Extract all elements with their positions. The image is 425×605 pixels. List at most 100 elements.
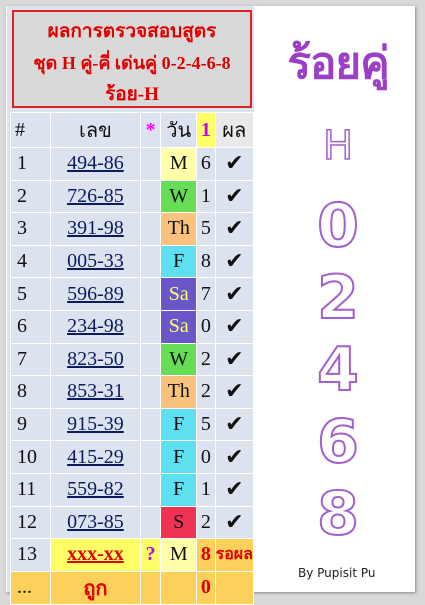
check-icon: ✔ xyxy=(214,147,255,181)
row-number: 13 xyxy=(10,538,51,572)
row-star xyxy=(140,342,162,377)
results-table: # เลข * วัน 1 ผล 1 494-86 M 6 ✔ 2 726-85 W 1 ✔ 3 39… xyxy=(10,112,255,605)
row-number: 4 xyxy=(10,244,51,279)
title-line3: ร้อย-H xyxy=(105,84,159,105)
summary-label: ถูก xyxy=(49,570,142,605)
row-star xyxy=(140,440,162,474)
header-star: * xyxy=(140,112,162,148)
row-star xyxy=(140,212,162,246)
row-star xyxy=(140,244,162,279)
table-row: 2 726-85 W 1 ✔ xyxy=(10,179,255,214)
check-icon: ✔ xyxy=(214,244,255,279)
header-lek: เลข xyxy=(49,112,142,148)
row-lek: 415-29 xyxy=(49,440,142,474)
row-number: 7 xyxy=(10,342,51,377)
row-star xyxy=(140,570,162,605)
big-list-item: 2 xyxy=(316,263,360,333)
row-number: 8 xyxy=(10,375,51,409)
row-digit: 1 xyxy=(196,472,216,507)
row-star xyxy=(140,375,162,409)
check-icon: ✔ xyxy=(214,179,255,214)
row-lek: 391-98 xyxy=(49,212,142,246)
row-lek: 559-82 xyxy=(49,472,142,507)
row-digit: 2 xyxy=(196,505,216,540)
row-star xyxy=(140,147,162,181)
row-number: 9 xyxy=(10,407,51,442)
table-row: 5 596-89 Sa 7 ✔ xyxy=(10,277,255,311)
table-row: 6 234-98 Sa 0 ✔ xyxy=(10,309,255,344)
row-day: F xyxy=(160,244,198,279)
big-title: ร้อยคู่ xyxy=(287,38,389,89)
check-icon: ✔ xyxy=(214,440,255,474)
row-star xyxy=(140,407,162,442)
row-day: F xyxy=(160,407,198,442)
row-day: Sa xyxy=(160,309,198,344)
header-result: ผล xyxy=(214,112,255,148)
row-lek: 853-31 xyxy=(49,375,142,409)
row-number: ... xyxy=(10,570,51,605)
row-day: W xyxy=(160,179,198,214)
row-digit: 0 xyxy=(196,440,216,474)
table-row: 7 823-50 W 2 ✔ xyxy=(10,342,255,377)
row-day xyxy=(160,570,198,605)
row-lek: 234-98 xyxy=(49,309,142,344)
table-row: 12 073-85 S 2 ✔ xyxy=(10,505,255,540)
row-lek: 494-86 xyxy=(49,147,142,181)
pending-status: รอผล xyxy=(214,538,255,572)
row-lek: 823-50 xyxy=(49,342,142,377)
row-question: ? xyxy=(140,538,162,572)
summary-row: ... ถูก 0 xyxy=(10,570,255,605)
table-row: 4 005-33 F 8 ✔ xyxy=(10,244,255,279)
check-icon: ✔ xyxy=(214,505,255,540)
row-lek: 596-89 xyxy=(49,277,142,311)
row-digit: 2 xyxy=(196,375,216,409)
row-day: Th xyxy=(160,212,198,246)
row-digit: 5 xyxy=(196,212,216,246)
row-day: F xyxy=(160,472,198,507)
row-digit: 6 xyxy=(196,147,216,181)
table-row: 3 391-98 Th 5 ✔ xyxy=(10,212,255,246)
check-icon: ✔ xyxy=(214,407,255,442)
row-star xyxy=(140,179,162,214)
row-star xyxy=(140,472,162,507)
check-icon: ✔ xyxy=(214,212,255,246)
row-number: 11 xyxy=(10,472,51,507)
big-list-item: H xyxy=(322,123,354,169)
row-digit: 5 xyxy=(196,407,216,442)
row-star xyxy=(140,309,162,344)
big-list-item: 6 xyxy=(316,407,360,477)
row-day: Sa xyxy=(160,277,198,311)
header-num: # xyxy=(10,112,51,148)
header-one: 1 xyxy=(196,112,216,148)
big-list-item: 8 xyxy=(316,479,360,549)
title-box: ผลการตรวจสอบสูตร ชุด H คู่-คี่ เด่นคู่ 0… xyxy=(12,10,252,108)
row-day: S xyxy=(160,505,198,540)
table-row: 9 915-39 F 5 ✔ xyxy=(10,407,255,442)
check-icon: ✔ xyxy=(214,277,255,311)
summary-count: 0 xyxy=(196,570,216,605)
table-header: # เลข * วัน 1 ผล xyxy=(10,112,255,148)
row-day: Th xyxy=(160,375,198,409)
row-number: 5 xyxy=(10,277,51,311)
table-row: 11 559-82 F 1 ✔ xyxy=(10,472,255,507)
row-day: W xyxy=(160,342,198,377)
check-icon: ✔ xyxy=(214,375,255,409)
title-line2: ชุด H คู่-คี่ เด่นคู่ 0-2-4-6-8 xyxy=(33,53,231,73)
header-day: วัน xyxy=(160,112,198,148)
pending-row: 13 xxx-xx? M 8 รอผล xyxy=(10,538,255,572)
row-number: 6 xyxy=(10,309,51,344)
row-digit: 1 xyxy=(196,179,216,214)
row-digit: 2 xyxy=(196,342,216,377)
table-row: 1 494-86 M 6 ✔ xyxy=(10,147,255,181)
title-line1: ผลการตรวจสอบสูตร xyxy=(47,21,217,42)
big-list-item: 0 xyxy=(316,191,360,261)
row-number: 2 xyxy=(10,179,51,214)
row-lek: 915-39 xyxy=(49,407,142,442)
row-lek: 005-33 xyxy=(49,244,142,279)
table-row: 8 853-31 Th 2 ✔ xyxy=(10,375,255,409)
row-lek: 073-85 xyxy=(49,505,142,540)
row-day: M xyxy=(160,147,198,181)
row-star xyxy=(140,505,162,540)
row-number: 1 xyxy=(10,147,51,181)
row-digit: 0 xyxy=(196,309,216,344)
